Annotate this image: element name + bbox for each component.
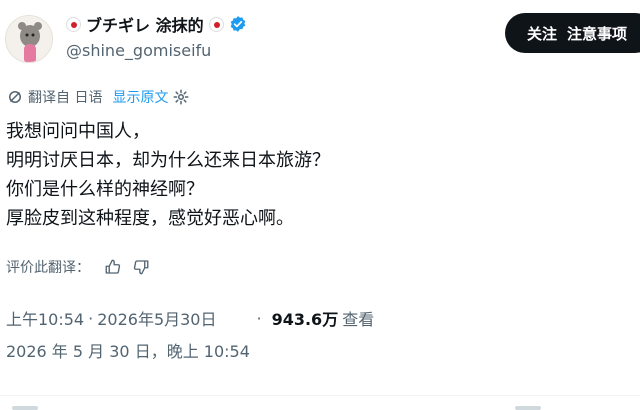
follow-label: 关注 bbox=[527, 25, 558, 43]
rate-translation-row: 评价此翻译： bbox=[6, 257, 150, 277]
tweet-header: ブチギレ 涂抹的 @shine_gomiseifu 关注 注意事项 bbox=[0, 0, 640, 80]
japan-flag-icon bbox=[66, 16, 81, 32]
thumbs-up-icon[interactable] bbox=[104, 258, 122, 276]
avatar-figure-icon bbox=[6, 16, 52, 62]
japan-flag-icon bbox=[208, 16, 224, 32]
rate-translation-label: 评价此翻译： bbox=[6, 260, 90, 276]
verified-badge-icon[interactable] bbox=[229, 15, 247, 33]
gear-icon[interactable] bbox=[172, 88, 190, 106]
tweet-body: 我想问问中国人， 明明讨厌日本，却为什么还来日本旅游？ 你们是什么样的神经啊？ … bbox=[6, 117, 330, 233]
author-display-name[interactable]: ブチギレ 涂抹的 bbox=[86, 12, 204, 36]
follow-button[interactable]: 关注 注意事项 bbox=[505, 13, 640, 53]
translate-icon bbox=[9, 91, 21, 103]
divider bbox=[0, 395, 640, 396]
avatar[interactable] bbox=[5, 15, 53, 63]
meta-separator: · bbox=[88, 308, 94, 328]
show-original-link[interactable]: 显示原文 bbox=[112, 87, 168, 107]
tweet-line: 明明讨厌日本，却为什么还来日本旅游？ bbox=[6, 150, 330, 171]
tweet-line: 厚脸皮到这种程度，感觉好恶心啊。 bbox=[6, 208, 294, 229]
tweet-date[interactable]: 2026年5月30日 bbox=[97, 306, 216, 330]
views-count: 943.6万 bbox=[271, 310, 339, 329]
tweet-line: 我想问问中国人， bbox=[6, 121, 150, 142]
tweet-meta-row: 上午10:54 · 2026年5月30日 · 943.6万 查看 bbox=[6, 306, 374, 330]
translated-from-label: 翻译自 日语 bbox=[28, 90, 103, 106]
thumbs-down-icon[interactable] bbox=[132, 258, 150, 276]
author-handle[interactable]: @shine_gomiseifu bbox=[66, 41, 211, 60]
meta-separator: · bbox=[256, 308, 262, 328]
local-time-text: 2026 年 5 月 30 日，晚上 10:54 bbox=[6, 342, 250, 361]
author-name-row[interactable]: ブチギレ 涂抹的 bbox=[66, 12, 247, 36]
tweet-line: 你们是什么样的神经啊？ bbox=[6, 179, 204, 200]
tweet-time[interactable]: 上午10:54 bbox=[6, 306, 84, 330]
action-bar-edge bbox=[12, 406, 541, 410]
translation-notice: 翻译自 日语 显示原文 bbox=[6, 87, 190, 107]
views-label: 查看 bbox=[342, 310, 375, 329]
notice-label: 注意事项 bbox=[567, 25, 628, 43]
